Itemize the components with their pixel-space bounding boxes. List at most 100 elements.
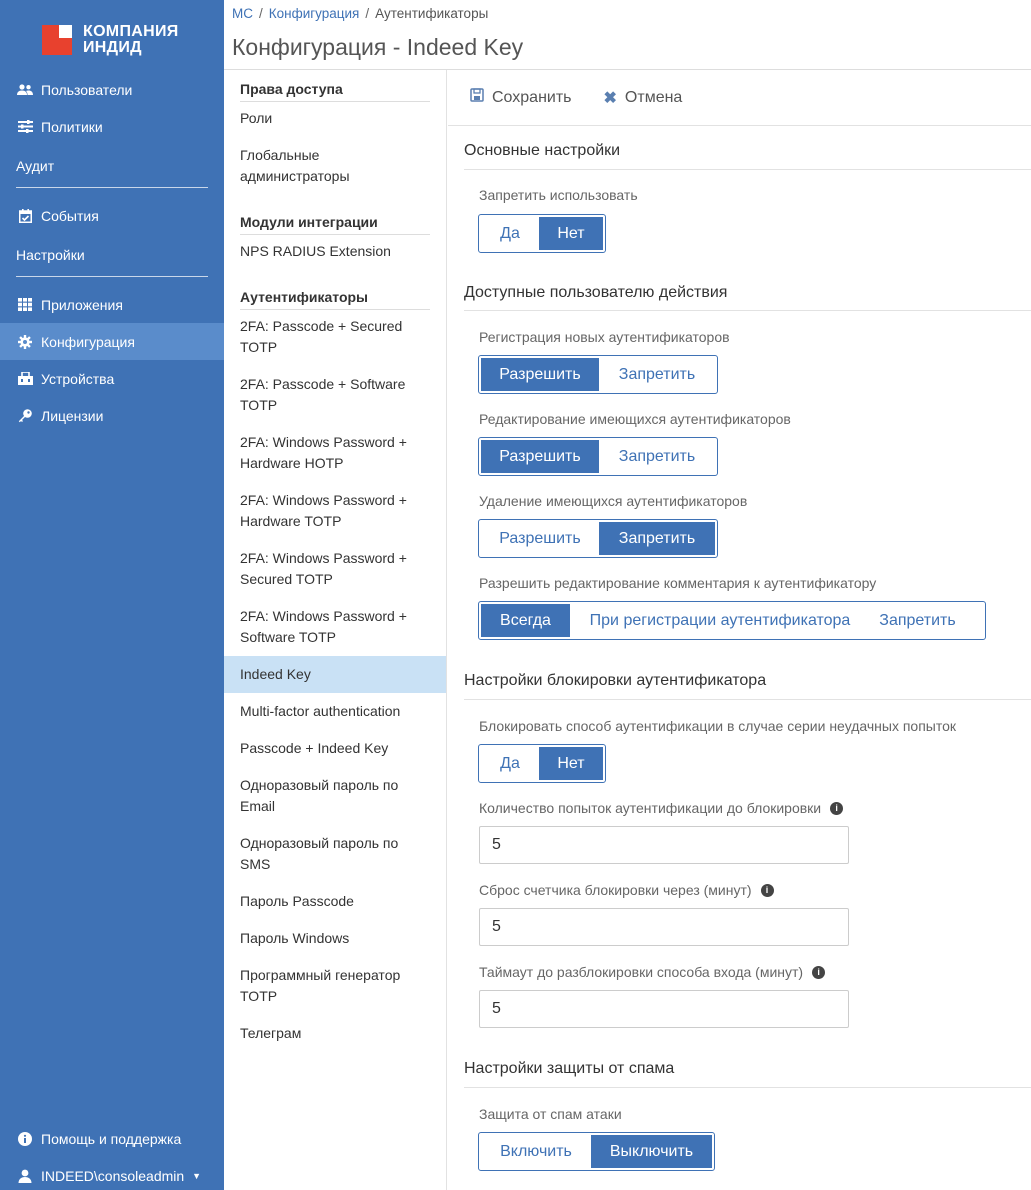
spam-protection-label: Защита от спам атаки bbox=[479, 1106, 622, 1122]
comment-toggle: Всегда При регистрации аутентификатора З… bbox=[478, 601, 986, 640]
integration-modules-header: Модули интеграции bbox=[240, 214, 430, 235]
block-no-button[interactable]: Нет bbox=[539, 747, 603, 780]
register-deny-button[interactable]: Запретить bbox=[599, 358, 715, 391]
list-item-authenticator[interactable]: 2FA: Windows Password + Hardware TOTP bbox=[224, 490, 446, 532]
section-actions-title: Доступные пользователю действия bbox=[464, 284, 728, 301]
comment-deny-button[interactable]: Запретить bbox=[870, 604, 983, 637]
register-allow-button[interactable]: Разрешить bbox=[481, 358, 599, 391]
sidebar-item-label: Лицензии bbox=[41, 407, 104, 424]
list-item-nps-radius[interactable]: NPS RADIUS Extension bbox=[224, 241, 446, 262]
breadcrumb: МС / Конфигурация / Аутентификаторы bbox=[232, 6, 489, 21]
sidebar-item-label: Пользователи bbox=[41, 81, 133, 98]
devices-icon bbox=[17, 371, 33, 387]
grid-icon bbox=[17, 297, 33, 313]
list-item-authenticator[interactable]: 2FA: Passcode + Software TOTP bbox=[224, 374, 446, 416]
block-toggle: Да Нет bbox=[478, 744, 606, 783]
list-item-authenticator[interactable]: Одноразовый пароль по Email bbox=[224, 775, 446, 817]
sidebar-item-devices[interactable]: Устройства bbox=[0, 360, 224, 397]
settings-nav-list: Права доступа Роли Глобальные администра… bbox=[224, 70, 447, 1190]
page-title: Конфигурация - Indeed Key bbox=[232, 34, 524, 60]
close-icon: ✖ bbox=[603, 89, 617, 107]
list-item-authenticator[interactable]: 2FA: Windows Password + Hardware HOTP bbox=[224, 432, 446, 474]
key-icon bbox=[17, 408, 33, 424]
spam-disable-button[interactable]: Выключить bbox=[591, 1135, 712, 1168]
list-item-authenticator[interactable]: Одноразовый пароль по SMS bbox=[224, 833, 446, 875]
help-support-label: Помощь и поддержка bbox=[41, 1130, 182, 1147]
list-item-authenticator[interactable]: Пароль Passcode bbox=[224, 891, 446, 912]
block-label: Блокировать способ аутентификации в случ… bbox=[479, 718, 957, 734]
user-icon bbox=[17, 1168, 33, 1184]
section-divider bbox=[464, 699, 1031, 700]
sidebar: КОМПАНИЯ ИНДИД Пользователи Политики Ауд… bbox=[0, 0, 224, 1190]
comment-always-button[interactable]: Всегда bbox=[481, 604, 570, 637]
breadcrumb-current: Аутентификаторы bbox=[375, 6, 489, 21]
list-item-authenticator[interactable]: Программный генератор TOTP bbox=[224, 965, 446, 1007]
comment-on-register-button[interactable]: При регистрации аутентификатора bbox=[570, 604, 870, 637]
sidebar-item-users[interactable]: Пользователи bbox=[0, 71, 224, 108]
forbid-use-yes-button[interactable]: Да bbox=[481, 217, 539, 250]
edit-deny-button[interactable]: Запретить bbox=[599, 440, 715, 473]
user-menu[interactable]: INDEED\consoleadmin ▼ bbox=[0, 1157, 224, 1190]
list-item-authenticator[interactable]: Passcode + Indeed Key bbox=[224, 738, 446, 759]
sidebar-item-configuration[interactable]: Конфигурация bbox=[0, 323, 224, 360]
sidebar-item-label: Политики bbox=[41, 118, 103, 135]
register-toggle: Разрешить Запретить bbox=[478, 355, 718, 394]
section-divider bbox=[464, 1087, 1031, 1088]
delete-allow-button[interactable]: Разрешить bbox=[481, 522, 599, 555]
user-name: INDEED\consoleadmin bbox=[41, 1167, 185, 1184]
comment-label: Разрешить редактирование комментария к а… bbox=[479, 575, 877, 591]
timeout-label: Таймаут до разблокировки способа входа (… bbox=[479, 964, 826, 980]
sidebar-item-applications[interactable]: Приложения bbox=[0, 286, 224, 323]
spam-protection-toggle: Включить Выключить bbox=[478, 1132, 715, 1171]
list-item-authenticator[interactable]: Пароль Windows bbox=[224, 928, 446, 949]
cancel-button[interactable]: ✖ Отмена bbox=[604, 88, 683, 108]
forbid-use-no-button[interactable]: Нет bbox=[539, 217, 603, 250]
spam-enable-button[interactable]: Включить bbox=[481, 1135, 591, 1168]
list-item-authenticator[interactable]: Multi-factor authentication bbox=[224, 701, 446, 722]
breadcrumb-root[interactable]: МС bbox=[232, 6, 253, 21]
info-icon[interactable]: i bbox=[812, 965, 826, 979]
attempts-label: Количество попыток аутентификации до бло… bbox=[479, 800, 844, 816]
sidebar-item-label: Приложения bbox=[41, 296, 123, 313]
reset-input[interactable] bbox=[479, 908, 849, 946]
register-label: Регистрация новых аутентификаторов bbox=[479, 329, 730, 345]
forbid-use-toggle: Да Нет bbox=[478, 214, 606, 253]
caret-down-icon: ▼ bbox=[192, 1170, 202, 1181]
list-item-indeed-key-selected[interactable]: Indeed Key bbox=[224, 656, 446, 693]
list-item-roles[interactable]: Роли bbox=[224, 108, 446, 129]
edit-label: Редактирование имеющихся аутентификаторо… bbox=[479, 411, 791, 427]
logo-mark-icon bbox=[42, 25, 72, 55]
info-icon[interactable]: i bbox=[760, 883, 774, 897]
delete-deny-button[interactable]: Запретить bbox=[599, 522, 715, 555]
sidebar-item-licenses[interactable]: Лицензии bbox=[0, 397, 224, 434]
help-support-link[interactable]: Помощь и поддержка bbox=[0, 1120, 224, 1157]
floppy-disk-icon bbox=[470, 88, 484, 107]
delete-toggle: Разрешить Запретить bbox=[478, 519, 718, 558]
sliders-icon bbox=[17, 119, 33, 135]
logo-line-2: ИНДИД bbox=[83, 39, 142, 56]
calendar-check-icon bbox=[17, 208, 33, 224]
block-yes-button[interactable]: Да bbox=[481, 747, 539, 780]
edit-allow-button[interactable]: Разрешить bbox=[481, 440, 599, 473]
list-item-global-admins[interactable]: Глобальные администраторы bbox=[224, 145, 446, 187]
info-icon[interactable]: i bbox=[830, 801, 844, 815]
section-spam-title: Настройки защиты от спама bbox=[464, 1060, 675, 1077]
attempts-input[interactable] bbox=[479, 826, 849, 864]
list-item-authenticator[interactable]: 2FA: Windows Password + Secured TOTP bbox=[224, 548, 446, 590]
sidebar-item-label: Конфигурация bbox=[41, 333, 135, 350]
sidebar-item-label: События bbox=[41, 207, 99, 224]
save-button[interactable]: Сохранить bbox=[470, 88, 572, 107]
sidebar-item-events[interactable]: События bbox=[0, 197, 224, 234]
list-item-authenticator[interactable]: 2FA: Windows Password + Software TOTP bbox=[224, 606, 446, 648]
company-logo[interactable]: КОМПАНИЯ ИНДИД bbox=[42, 24, 179, 56]
sidebar-item-policies[interactable]: Политики bbox=[0, 108, 224, 145]
timeout-input[interactable] bbox=[479, 990, 849, 1028]
sidebar-item-label: Устройства bbox=[41, 370, 115, 387]
logo-line-1: КОМПАНИЯ bbox=[83, 23, 179, 40]
authenticators-header: Аутентификаторы bbox=[240, 289, 430, 310]
list-item-authenticator[interactable]: Телеграм bbox=[224, 1023, 446, 1044]
list-item-authenticator[interactable]: 2FA: Passcode + Secured TOTP bbox=[224, 316, 446, 358]
sidebar-section-settings: Настройки bbox=[16, 241, 208, 277]
section-divider bbox=[464, 169, 1031, 170]
breadcrumb-configuration[interactable]: Конфигурация bbox=[269, 6, 360, 21]
